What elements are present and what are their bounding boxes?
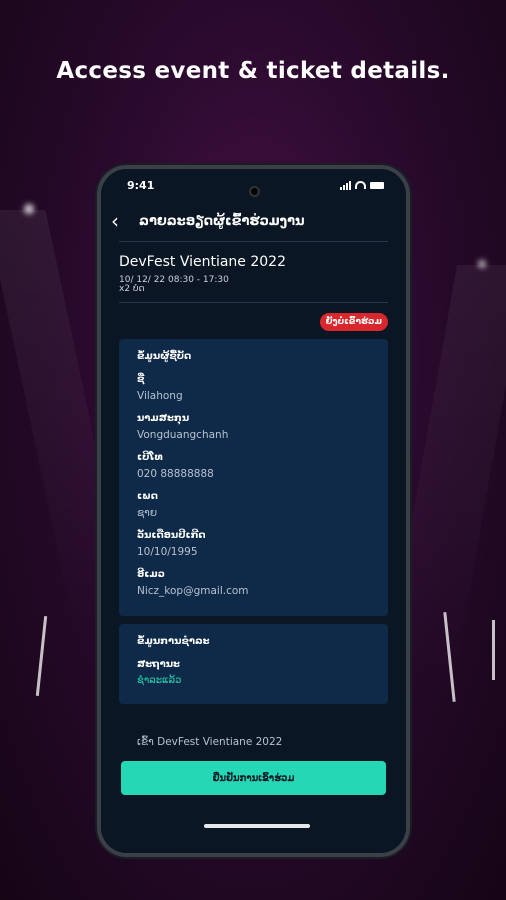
payment-status-value: ຊຳລະແລ້ວ <box>137 675 182 686</box>
battery-icon <box>370 181 384 189</box>
field-value: Vilahong <box>137 390 183 402</box>
wifi-icon <box>355 181 366 189</box>
field-value: 10/10/1995 <box>137 546 198 558</box>
badge-row: ຍັງບໍ່ເຂົ້າຮ່ວມ <box>101 303 406 339</box>
field-label: ເບີໂທ <box>137 452 163 463</box>
field-value: 020 88888888 <box>137 468 214 480</box>
camera-cutout <box>249 186 260 197</box>
status-time: 9:41 <box>127 178 155 192</box>
ticket-event-text: ເຂົ້າ DevFest Vientiane 2022 <box>137 736 283 748</box>
page-title: ລາຍລະອຽດຜູ້ເຂົ້າຮ່ວມງານ <box>139 213 305 229</box>
field-value: ຊາຍ <box>137 507 158 519</box>
light-stick <box>492 620 495 680</box>
event-title: DevFest Vientiane 2022 <box>119 254 286 270</box>
field-label: ເພດ <box>137 491 158 502</box>
field-label: ນາມສະກຸນ <box>137 413 190 424</box>
status-icons <box>340 180 384 190</box>
field-value: Nicz_kop@gmail.com <box>137 585 249 597</box>
attendee-info-card: ຂໍ້ມູນຜູ້ຊື້ບັດ ຊື່ Vilahong ນາມສະກຸນ Vo… <box>119 339 388 616</box>
app-screen: 9:41 ‹ ລາຍລະອຽດຜູ້ເຂົ້າຮ່ວມງານ DevFest V… <box>101 169 406 853</box>
field-value: Vongduangchanh <box>137 429 229 441</box>
app-header: ‹ ລາຍລະອຽດຜູ້ເຂົ້າຮ່ວມງານ <box>101 201 406 241</box>
field-label: ສະຖານະ <box>137 659 180 670</box>
event-datetime: 10/ 12/ 22 08:30 - 17:30 <box>119 275 229 285</box>
light-stick <box>35 616 48 696</box>
field-label: ອີເມວ <box>137 569 165 580</box>
field-label: ຊື່ <box>137 374 145 385</box>
field-label: ວັນເດືອນປີເກີດ <box>137 530 206 541</box>
home-indicator[interactable] <box>204 824 310 828</box>
attendance-status-badge: ຍັງບໍ່ເຂົ້າຮ່ວມ <box>319 313 388 331</box>
back-arrow-icon[interactable]: ‹ <box>111 209 139 233</box>
bottom-action-bar: ຢືນຢັນການເຂົ້າຮ່ວມ <box>101 753 406 811</box>
confirm-attendance-button[interactable]: ຢືນຢັນການເຂົ້າຮ່ວມ <box>121 761 386 795</box>
card-title: ຂໍ້ມູນຜູ້ຊື້ບັດ <box>137 351 192 362</box>
phone-frame: 9:41 ‹ ລາຍລະອຽດຜູ້ເຂົ້າຮ່ວມງານ DevFest V… <box>97 165 410 857</box>
signal-icon <box>340 180 351 190</box>
promo-headline: Access event & ticket details. <box>56 58 450 84</box>
event-ticket-count: x2 ບໍດ <box>119 284 145 294</box>
payment-info-card: ຂໍ້ມູນການຊຳລະ ສະຖານະ ຊຳລະແລ້ວ <box>119 624 388 704</box>
card-title: ຂໍ້ມູນການຊຳລະ <box>137 636 210 647</box>
